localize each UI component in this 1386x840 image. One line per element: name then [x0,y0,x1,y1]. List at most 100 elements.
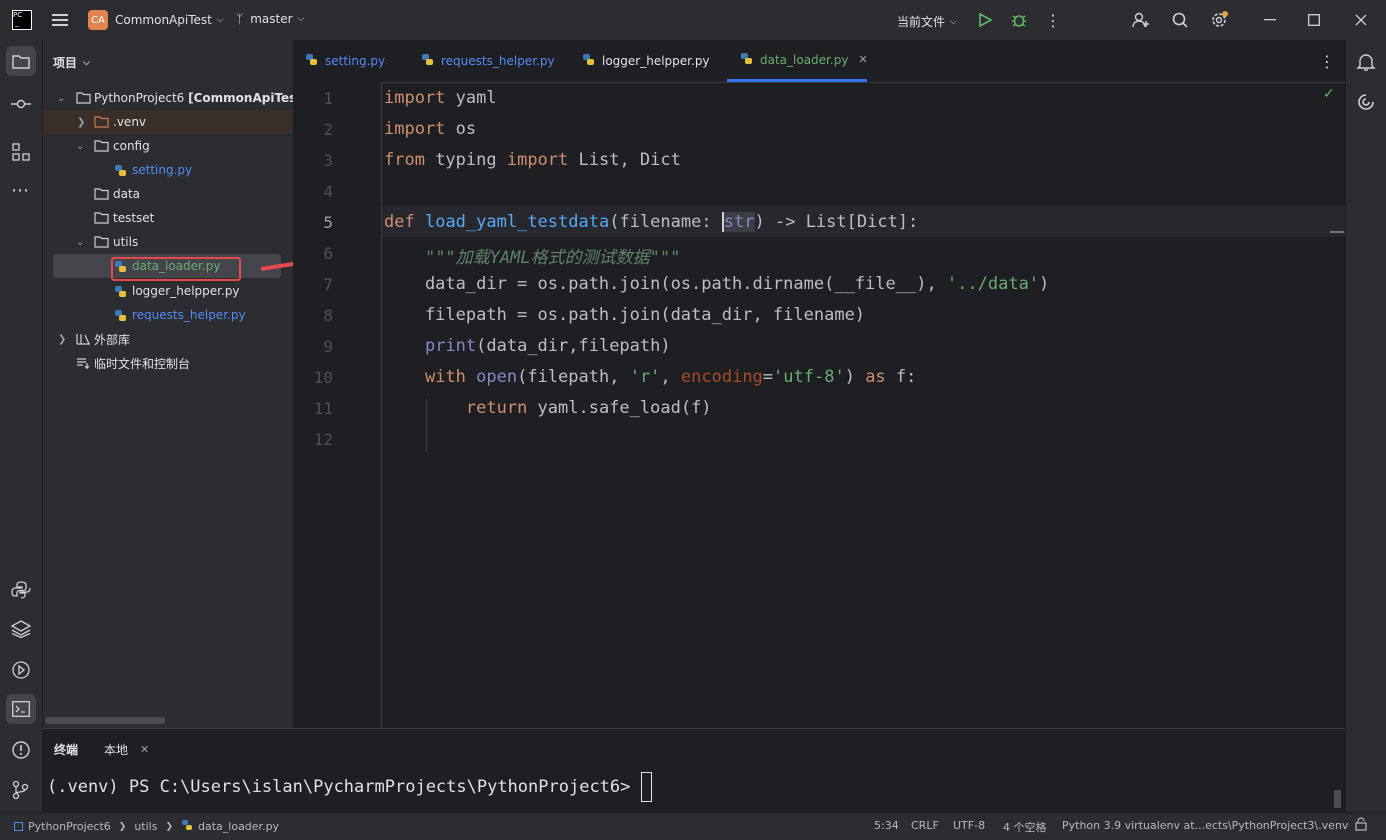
chevron-right-icon: ❯ [77,116,86,128]
terminal-cursor [640,772,652,802]
add-user-icon[interactable] [1127,6,1155,34]
close-window-icon[interactable] [1347,6,1375,34]
code-line-2[interactable]: import os [384,119,476,139]
code-line-1[interactable]: import yaml [384,88,497,108]
run-config-label: 当前文件 [897,15,946,29]
tree-row-venv[interactable]: ❯ .venv [43,110,292,134]
library-icon [76,334,90,345]
tree-label-data: data [113,187,141,201]
caret-position[interactable]: 5:34 [874,819,899,832]
problems-button[interactable] [11,740,31,764]
code-line-11[interactable]: return yaml.safe_load(f) [384,398,712,418]
python-interpreter[interactable]: Python 3.9 virtualenv at...ects\PythonPr… [1062,819,1348,832]
minimize-icon[interactable] [1256,6,1284,34]
tree-row-data[interactable]: data [43,182,292,206]
services-icon [12,661,30,679]
search-icon[interactable] [1166,6,1194,34]
tree-row-requests-helper-py[interactable]: requests_helper.py [43,303,292,327]
python-packages-button[interactable] [10,620,32,642]
excluded-folder-icon [94,116,109,128]
code-line-5[interactable]: def load_yaml_testdata(filename: str) ->… [384,212,918,232]
indent-guide [426,398,427,452]
services-button[interactable] [11,660,31,684]
scratches-icon [77,358,90,369]
line-number: 3 [323,151,333,170]
structure-tool-button[interactable] [12,143,30,165]
line-number: 9 [323,337,333,356]
python-file-icon [114,309,127,322]
chevron-down-icon: ⌵ [216,15,224,25]
tree-row-setting-py[interactable]: setting.py [43,158,292,182]
debug-icon[interactable] [1005,6,1033,34]
breadcrumb-project[interactable]: PythonProject6 [28,820,111,833]
code-line-8[interactable]: filepath = os.path.join(data_dir, filena… [384,305,865,325]
python-console-button[interactable] [11,580,31,604]
tab-logger-helpper-py[interactable]: logger_helpper.py [582,40,710,82]
settings-gear-icon[interactable] [1205,6,1233,34]
maximize-icon[interactable] [1300,6,1328,34]
breadcrumb-file[interactable]: data_loader.py [198,820,279,833]
problems-icon [12,741,30,759]
run-icon[interactable] [971,6,999,34]
code-line-10[interactable]: with open(filepath, 'r', encoding='utf-8… [384,367,916,387]
editor-ok-check-icon: ✓ [1323,86,1335,102]
tree-label-testset: testset [113,211,155,225]
tree-row-testset[interactable]: testset [43,206,292,230]
project-panel-header[interactable]: 项目 ⌵ [53,54,90,71]
notifications-bell-icon[interactable] [1356,52,1376,76]
python-file-icon [114,285,127,298]
code-line-6[interactable]: """加载YAML格式的测试数据""" [384,243,680,268]
terminal-prompt[interactable]: (.venv) PS C:\Users\islan\PycharmProject… [47,772,652,802]
main-menu-icon[interactable] [46,6,74,34]
right-tool-stripe [1345,40,1386,812]
close-tab-icon[interactable]: ✕ [858,53,867,66]
tree-row-utils[interactable]: ⌄ utils [43,230,292,254]
python-console-icon [11,581,31,599]
commit-tool-button[interactable] [11,95,31,114]
tab-options-icon[interactable]: ⋮ [1319,40,1335,82]
ai-assistant-icon[interactable] [1356,92,1376,116]
close-tab-icon[interactable]: ✕ [140,743,149,756]
terminal-scrollbar[interactable] [1334,790,1341,808]
module-icon [14,822,23,831]
folder-icon [94,236,109,248]
project-name: CommonApiTest [115,13,212,27]
terminal-tool-button[interactable] [6,694,36,724]
tree-label-setting: setting.py [132,163,193,177]
lock-icon[interactable] [1355,817,1367,834]
annotation-highlight-box [111,257,241,281]
terminal-panel: 终端 本地 ✕ (.venv) PS C:\Users\islan\Pychar… [42,728,1345,813]
tree-row-logger-helpper-py[interactable]: logger_helpper.py [43,279,292,303]
more-actions-icon[interactable]: ⋮ [1039,6,1067,34]
tree-row-config[interactable]: ⌄ config [43,134,292,158]
branch-widget[interactable]: ᛉ master ⌵ [236,12,304,26]
tree-label-external-libs: 外部库 [94,332,131,347]
more-tools-icon[interactable]: ⋯ [11,180,29,201]
tab-setting-py[interactable]: setting.py [305,40,385,82]
terminal-prompt-text: (.venv) PS C:\Users\islan\PycharmProject… [47,777,641,797]
line-number: 11 [313,399,333,418]
line-separator[interactable]: CRLF [911,819,939,832]
terminal-tab-local[interactable]: 本地 ✕ [104,741,149,758]
project-hscrollbar[interactable] [45,717,165,724]
git-button[interactable] [11,780,29,804]
project-tool-button[interactable] [6,46,36,76]
tab-requests-helper-py[interactable]: requests_helper.py [421,40,555,82]
file-encoding[interactable]: UTF-8 [953,819,985,832]
folder-icon [94,140,109,152]
run-config-selector[interactable]: 当前文件 ⌵ [897,13,957,30]
indent-setting[interactable]: 4 个空格 [1003,819,1047,835]
tree-row-scratches[interactable]: 临时文件和控制台 [43,351,292,375]
tree-row-root[interactable]: ⌄ PythonProject6 [CommonApiTest] C: [43,86,323,110]
folder-icon [94,212,109,224]
line-number: 6 [323,244,333,263]
code-line-9[interactable]: print(data_dir,filepath) [384,336,671,356]
code-line-7[interactable]: data_dir = os.path.join(os.path.dirname(… [384,274,1049,294]
project-badge: CA [88,10,108,30]
breadcrumb-folder[interactable]: utils [134,820,157,833]
tab-data-loader-py[interactable]: data_loader.py ✕ [727,40,868,82]
project-widget[interactable]: CA CommonApiTest ⌵ [88,10,224,30]
code-line-3[interactable]: from typing import List, Dict [384,150,681,170]
project-panel: 项目 ⌵ ⌄ PythonProject6 [CommonApiTest] C:… [43,40,323,728]
tree-row-external-libraries[interactable]: ❯ 外部库 [43,327,292,351]
